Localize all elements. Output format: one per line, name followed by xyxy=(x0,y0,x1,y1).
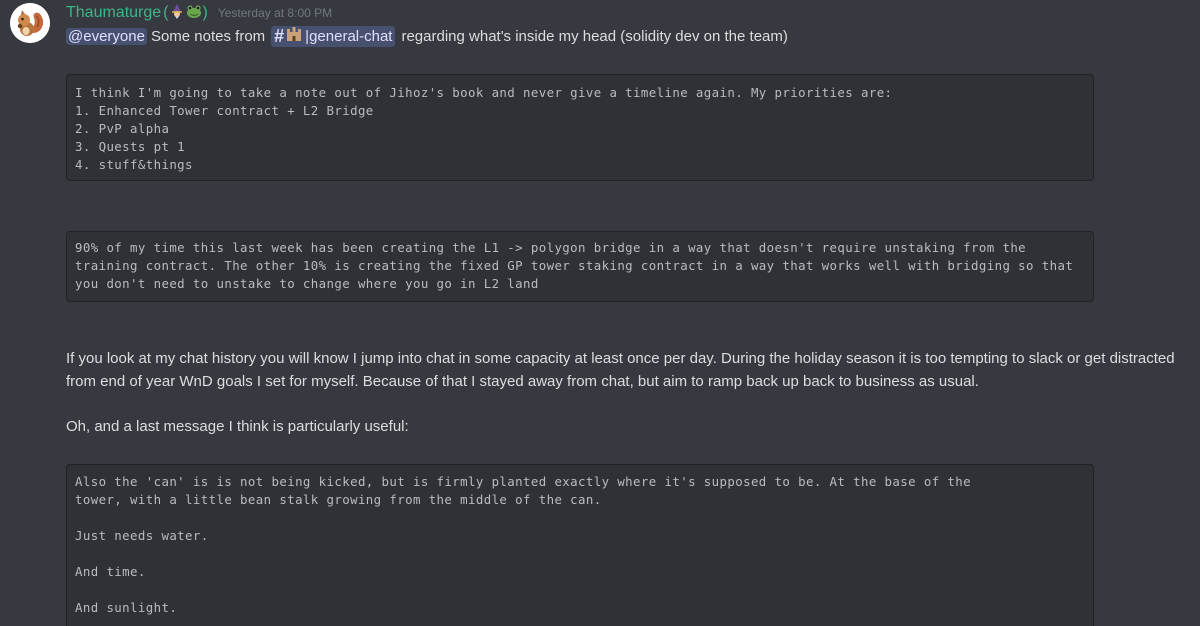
wizard-emoji-icon xyxy=(169,3,185,24)
channel-name: general-chat xyxy=(309,27,393,45)
timestamp[interactable]: Yesterday at 8:00 PM xyxy=(218,6,332,20)
code-block-can-note: Also the 'can' is is not being kicked, b… xyxy=(66,464,1094,626)
message-header: Thaumaturge () Yesterday at 8:00 PM xyxy=(66,2,332,24)
username[interactable]: Thaumaturge xyxy=(66,4,161,22)
squirrel-avatar-icon[interactable] xyxy=(10,3,50,43)
everyone-mention[interactable]: @everyone xyxy=(66,27,147,45)
chat-message: Thaumaturge () Yesterday at 8:00 PM @ev… xyxy=(0,0,1200,626)
code-block-priorities: I think I'm going to take a note out of … xyxy=(66,74,1094,181)
hash-icon: # xyxy=(274,25,285,46)
message-paragraph-last-message: Oh, and a last message I think is partic… xyxy=(66,418,409,435)
code-block-work-update: 90% of my time this last week has been c… xyxy=(66,231,1094,302)
message-paragraph-chat-history: If you look at my chat history you will … xyxy=(66,350,1175,390)
intro-text-before-channel: Some notes from xyxy=(150,27,266,45)
castle-icon xyxy=(285,24,303,46)
intro-text-after-channel: regarding what's inside my head (solidit… xyxy=(401,27,788,45)
frog-emoji-icon xyxy=(185,3,203,24)
message-intro-line: @everyone Some notes from # | general-ch… xyxy=(66,24,788,47)
channel-mention[interactable]: # | general-chat xyxy=(271,24,396,47)
username-emoji-group: ( ) xyxy=(163,3,208,24)
username-emoji-close: ) xyxy=(202,4,208,21)
